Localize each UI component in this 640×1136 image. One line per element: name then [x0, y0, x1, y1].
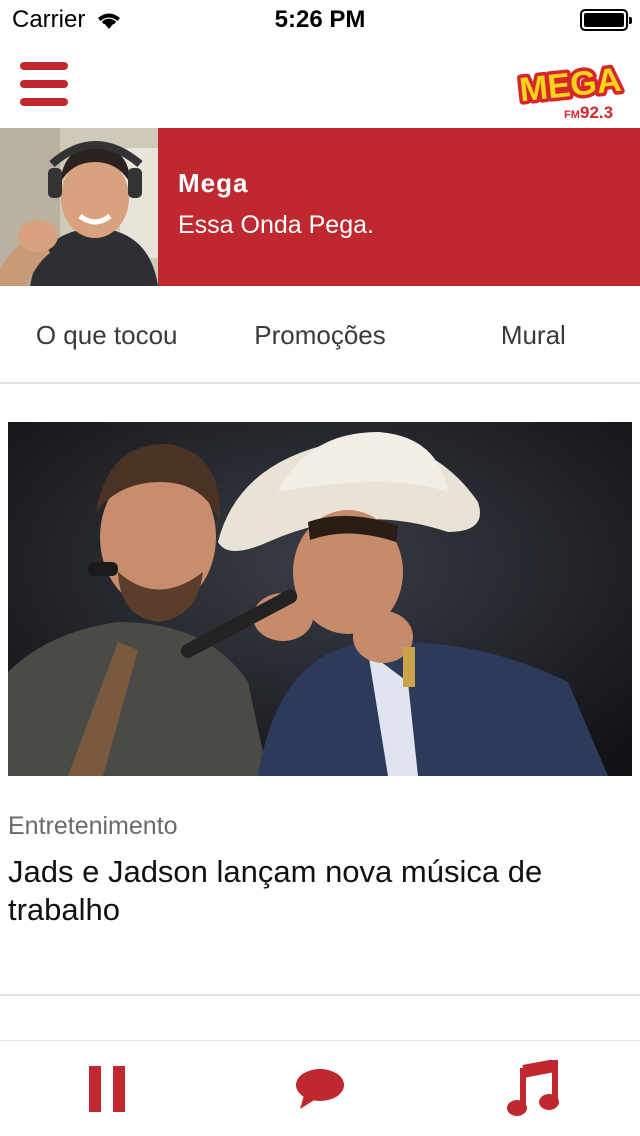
section-tabs: O que tocou Promoções Mural	[0, 288, 640, 384]
top-nav: MEGA MEGA FM 92.3	[0, 40, 640, 128]
station-name: Mega	[178, 168, 249, 198]
pause-button[interactable]	[67, 1049, 147, 1129]
svg-text:92.3: 92.3	[580, 103, 613, 122]
mega-logo: MEGA MEGA FM 92.3	[514, 57, 626, 122]
hamburger-icon-bar	[20, 62, 68, 70]
news-title[interactable]: Jads e Jadson lançam nova música de trab…	[8, 853, 632, 929]
content-divider	[0, 994, 640, 996]
music-button[interactable]	[493, 1049, 573, 1129]
tab-mural[interactable]: Mural	[427, 288, 640, 382]
banner-text: Mega Essa Onda Pega.	[158, 128, 374, 286]
chat-button[interactable]	[280, 1049, 360, 1129]
pause-icon	[88, 1065, 125, 1112]
tab-promocoes[interactable]: Promoções	[213, 288, 426, 382]
news-card[interactable]: Entretenimento Jads e Jadson lançam nova…	[8, 422, 632, 929]
chat-icon	[295, 1068, 344, 1109]
station-banner[interactable]: Mega Essa Onda Pega.	[0, 128, 640, 286]
host-photo-image	[0, 128, 158, 286]
svg-text:FM: FM	[564, 109, 580, 121]
news-category: Entretenimento	[8, 812, 178, 840]
tab-o-que-tocou[interactable]: O que tocou	[0, 288, 213, 382]
hamburger-icon-bar	[20, 80, 68, 88]
battery-icon	[580, 9, 632, 31]
host-photo	[0, 128, 158, 286]
menu-button[interactable]	[20, 62, 68, 106]
music-note-icon	[507, 1059, 560, 1116]
status-bar: Carrier 5:26 PM	[0, 0, 640, 40]
hamburger-icon-bar	[20, 98, 68, 106]
station-slogan: Essa Onda Pega.	[178, 211, 374, 239]
news-image	[8, 422, 632, 776]
status-time: 5:26 PM	[274, 6, 366, 33]
battery-fill	[584, 13, 624, 27]
bottom-bar	[0, 1040, 640, 1136]
